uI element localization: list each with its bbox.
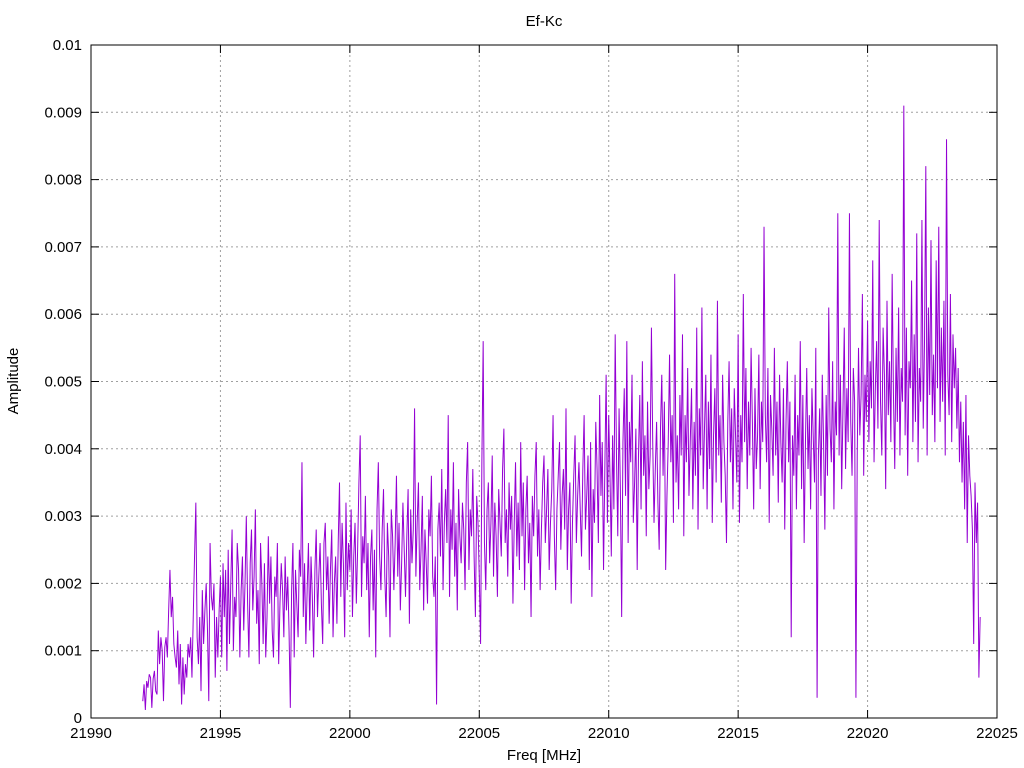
y-tick-label: 0.009 (44, 104, 82, 121)
x-tick-label: 21995 (200, 725, 242, 742)
y-tick-label: 0.008 (44, 172, 82, 189)
y-tick-label: 0.003 (44, 508, 82, 525)
y-tick-label: 0.006 (44, 306, 82, 323)
x-tick-label: 22015 (717, 725, 759, 742)
x-tick-label: 22025 (976, 725, 1018, 742)
x-tick-label: 22000 (329, 725, 371, 742)
x-tick-label: 21990 (70, 725, 112, 742)
x-axis-tick-labels: 21990 21995 22000 22005 22010 22015 22020 22025 (70, 725, 1018, 742)
y-tick-label: 0 (74, 710, 82, 727)
y-tick-label: 0.002 (44, 575, 82, 592)
y-axis-tick-labels: 0 0.001 0.002 0.003 0.004 0.005 0.006 0.007 0.00… (44, 37, 82, 727)
x-tick-label: 22020 (847, 725, 889, 742)
y-axis-label: Amplitude (5, 348, 22, 415)
y-tick-label: 0.004 (44, 441, 82, 458)
x-tick-label: 22010 (588, 725, 630, 742)
y-tick-label: 0.001 (44, 643, 82, 660)
x-tick-label: 22005 (458, 725, 500, 742)
chart-title: Ef-Kc (526, 13, 563, 30)
y-tick-label: 0.007 (44, 239, 82, 256)
line-chart: 21990 21995 22000 22005 22010 22015 22020 22025… (5, 13, 1018, 764)
y-tick-label: 0.01 (53, 37, 82, 54)
series-line (142, 105, 981, 710)
y-tick-label: 0.005 (44, 374, 82, 391)
chart-series (142, 105, 981, 710)
x-axis-label: Freq [MHz] (507, 747, 581, 764)
